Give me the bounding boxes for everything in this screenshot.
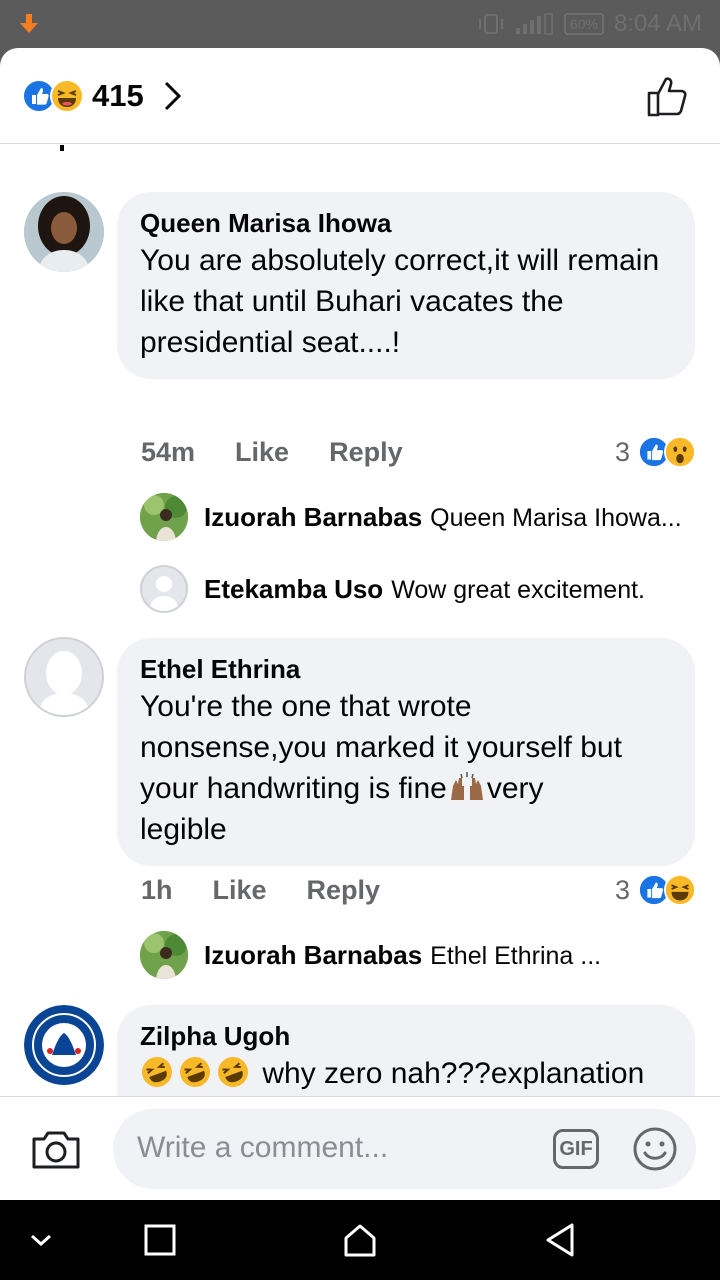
comment-time: 1h [141,874,173,905]
wow-reaction-icon [664,436,696,468]
reply-link[interactable]: Reply [329,437,403,468]
comment-bubble[interactable]: Ethel Ethrina You're the one that wrote … [117,638,695,866]
comment-text: You're the one that wrote nonsense,you m… [140,686,673,850]
truncated-text [60,145,64,151]
camera-icon[interactable] [30,1127,82,1171]
recents-icon[interactable] [144,1222,176,1258]
haha-reaction-icon [50,79,84,113]
system-icons: 60% 8:04 AM [478,10,702,38]
comment-input-placeholder: Write a comment... [137,1131,389,1164]
comment-text-line: You're the one that wrote [140,690,472,723]
reply-text: Wow great excitement. [391,576,645,604]
system-nav-bar [0,1200,720,1280]
comment-reaction-count: 3 [614,874,630,905]
comments-sheet: 415 Queen Marisa Ihowa You are absolutel… [0,48,720,1200]
reply-preview[interactable]: Izuorah Barnabas Ethel Ethrina ... [204,937,601,973]
profile-photo [140,493,188,541]
comment-actions: 54m Like Reply [141,434,443,470]
emoji-icon[interactable] [632,1126,678,1172]
avatar[interactable] [140,565,188,613]
gif-button[interactable]: GIF [553,1129,599,1169]
reply-link[interactable]: Reply [307,875,381,906]
haha-reaction-icon [664,874,696,906]
default-profile-icon [38,651,90,715]
reply-text: Queen Marisa Ihowa... [430,504,682,532]
comment-text-fragment: very [486,772,544,805]
reply-author[interactable]: Izuorah Barnabas [204,940,422,970]
comment-author[interactable]: Zilpha Ugoh [140,1019,673,1053]
chelsea-crest-logo [24,1005,104,1085]
comment-reaction-count: 3 [614,436,630,467]
chevron-down-icon[interactable] [28,1222,54,1258]
avatar[interactable] [24,637,104,717]
comment-reactions[interactable]: 3 [615,434,696,470]
rofl-emoji-icon [142,1057,248,1087]
comment-text: why zero nah???explanation is explanatio… [140,1053,673,1096]
download-icon [20,14,38,33]
chevron-right-icon [164,81,181,111]
comment-text-line: your handwriting is fine very [140,768,673,809]
default-profile-icon [149,576,179,611]
avatar[interactable] [24,1005,104,1085]
comment-composer: Write a comment... GIF [0,1096,720,1200]
reactions-summary[interactable]: 415 [22,78,184,114]
battery-indicator: 60% [563,13,604,35]
comment-time: 54m [141,436,196,467]
reply-text: Ethel Ethrina ... [430,942,602,970]
clock: 8:04 AM [613,10,702,37]
reaction-count: 415 [92,78,144,113]
comment-reactions[interactable]: 3 [615,872,696,908]
like-link[interactable]: Like [235,437,289,468]
comment-text: You are absolutely correct,it will remai… [140,244,660,359]
comment-author[interactable]: Ethel Ethrina [140,652,673,686]
comment-text-line: nonsense,you marked it yourself but [140,731,622,764]
reply-preview[interactable]: Izuorah Barnabas Queen Marisa Ihowa... [204,499,682,535]
comment-actions: 1h Like Reply [141,872,420,908]
comment-author[interactable]: Queen Marisa Ihowa [140,206,673,240]
profile-photo [24,192,104,272]
avatar[interactable] [140,931,188,979]
raised-hands-emoji-icon [450,772,483,800]
like-button-icon[interactable] [646,74,690,118]
comment-bubble[interactable]: Queen Marisa Ihowa You are absolutely co… [117,192,695,379]
reply-author[interactable]: Izuorah Barnabas [204,502,422,532]
avatar[interactable] [140,493,188,541]
vibrate-icon [478,14,503,34]
reply-preview[interactable]: Etekamba Uso Wow great excitement. [204,571,645,607]
comment-input[interactable]: Write a comment... GIF [113,1109,696,1189]
like-link[interactable]: Like [213,875,267,906]
comment-text-line: legible [140,813,227,846]
comment-bubble[interactable]: Zilpha Ugoh why zero nah???explanation i… [117,1005,695,1096]
comment-list[interactable]: Queen Marisa Ihowa You are absolutely co… [0,145,720,1096]
comment-text-fragment: your handwriting is fine [140,772,447,805]
status-bar: 60% 8:04 AM [0,0,720,48]
profile-photo [140,931,188,979]
back-icon[interactable] [544,1222,576,1258]
home-icon[interactable] [342,1222,378,1258]
reply-author[interactable]: Etekamba Uso [204,574,383,604]
avatar[interactable] [24,192,104,272]
signal-icon [515,13,553,35]
sheet-header: 415 [0,48,720,144]
